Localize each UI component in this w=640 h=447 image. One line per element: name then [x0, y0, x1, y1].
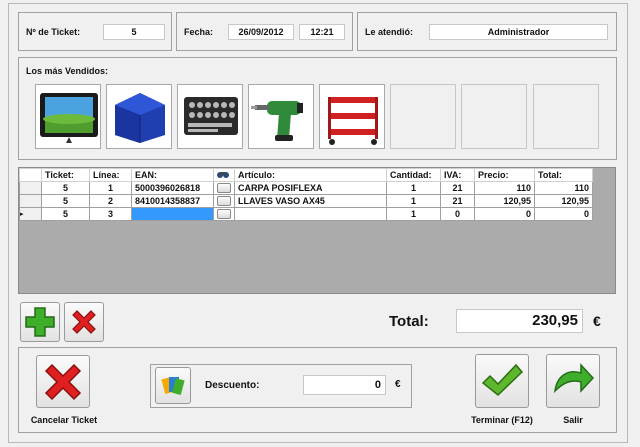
cell-articulo[interactable]: CARPA POSIFLEXA: [234, 181, 387, 195]
cell-iva[interactable]: 21: [440, 181, 475, 195]
search-article-button[interactable]: [217, 196, 231, 207]
cancel-x-icon: [44, 363, 82, 400]
cell-ean[interactable]: 8410014358837: [131, 194, 214, 208]
cell-articulo[interactable]: LLAVES VASO AX45: [234, 194, 387, 208]
col-header-precio[interactable]: Precio:: [474, 168, 535, 182]
total-field: 230,95: [456, 309, 583, 333]
cell-total[interactable]: 120,95: [534, 194, 593, 208]
col-header-ticket[interactable]: Ticket:: [41, 168, 90, 182]
ticket-label: Nº de Ticket:: [26, 27, 81, 37]
cancel-ticket-label: Cancelar Ticket: [30, 415, 98, 425]
col-header-iva[interactable]: IVA:: [440, 168, 475, 182]
cell-ean[interactable]: 5000396026818: [131, 181, 214, 195]
grid-header-row: Ticket: Línea: EAN: Artículo: Cantidad: …: [19, 168, 593, 182]
ticket-lines-grid[interactable]: Ticket: Línea: EAN: Artículo: Cantidad: …: [18, 167, 616, 294]
cell-ticket[interactable]: 5: [41, 194, 90, 208]
binoculars-icon: [217, 171, 229, 178]
blue-tent-product[interactable]: [106, 84, 172, 149]
search-article-button[interactable]: [217, 183, 231, 194]
photo-frame-icon: [40, 93, 98, 143]
row-header[interactable]: [19, 181, 42, 195]
discount-button[interactable]: [155, 367, 191, 404]
col-header-ean[interactable]: EAN:: [131, 168, 214, 182]
col-header-total[interactable]: Total:: [534, 168, 593, 182]
descuento-label: Descuento:: [205, 380, 260, 391]
terminar-button[interactable]: [475, 354, 529, 408]
salir-button[interactable]: [546, 354, 600, 408]
blue-tent-icon: [115, 93, 165, 143]
current-row-indicator[interactable]: ▸: [19, 207, 42, 221]
terminar-label: Terminar (F12): [471, 415, 533, 425]
add-line-button[interactable]: [20, 302, 60, 342]
empty-product-slot[interactable]: [533, 84, 599, 149]
table-row[interactable]: ▸ 5 3 1 0 0 0: [19, 207, 593, 221]
exit-arrow-icon: [553, 363, 595, 394]
salir-label: Salir: [563, 415, 583, 425]
cell-linea[interactable]: 2: [89, 194, 132, 208]
power-drill-product[interactable]: [248, 84, 314, 149]
discount-cards-icon: [161, 376, 185, 395]
delete-line-button[interactable]: [64, 302, 104, 342]
fecha-label: Fecha:: [184, 27, 214, 37]
empty-product-slot[interactable]: [461, 84, 527, 149]
cell-cantidad[interactable]: 1: [386, 181, 441, 195]
red-tool-cart-product[interactable]: [319, 84, 385, 149]
col-header-linea[interactable]: Línea:: [89, 168, 132, 182]
ticket-field[interactable]: 5: [103, 24, 165, 40]
cell-total[interactable]: 110: [534, 181, 593, 195]
socket-wrench-set-product[interactable]: [177, 84, 243, 149]
plus-icon: [25, 307, 55, 337]
atendio-field[interactable]: Administrador: [429, 24, 608, 40]
cell-cantidad[interactable]: 1: [386, 207, 441, 221]
cell-linea[interactable]: 1: [89, 181, 132, 195]
descuento-currency: €: [395, 379, 401, 390]
descuento-field[interactable]: 0: [303, 375, 386, 395]
search-article-button[interactable]: [217, 209, 231, 220]
cell-cantidad[interactable]: 1: [386, 194, 441, 208]
cancel-ticket-button[interactable]: [36, 355, 90, 408]
cell-iva[interactable]: 21: [440, 194, 475, 208]
table-row[interactable]: 5 1 5000396026818 CARPA POSIFLEXA 1 21 1…: [19, 181, 593, 195]
hora-field[interactable]: 12:21: [299, 24, 345, 40]
cell-iva[interactable]: 0: [440, 207, 475, 221]
col-header-cantidad[interactable]: Cantidad:: [386, 168, 441, 182]
cell-total[interactable]: 0: [534, 207, 593, 221]
cell-linea[interactable]: 3: [89, 207, 132, 221]
cell-precio[interactable]: 110: [474, 181, 535, 195]
vendidos-label: Los más Vendidos:: [26, 66, 109, 76]
delete-x-icon: [72, 310, 96, 334]
cell-ean-editing[interactable]: [131, 207, 214, 221]
cell-precio[interactable]: 0: [474, 207, 535, 221]
col-header-search[interactable]: [213, 168, 235, 182]
cell-search[interactable]: [213, 207, 235, 221]
cell-search[interactable]: [213, 181, 235, 195]
cell-precio[interactable]: 120,95: [474, 194, 535, 208]
checkmark-icon: [481, 363, 524, 396]
fecha-field[interactable]: 26/09/2012: [228, 24, 294, 40]
total-currency: €: [593, 313, 601, 329]
atendio-label: Le atendió:: [365, 27, 414, 37]
power-drill-icon: [251, 101, 303, 141]
tool-cart-icon: [328, 97, 378, 145]
socket-wrench-set-icon: [184, 97, 238, 135]
total-label: Total:: [389, 313, 429, 330]
table-row[interactable]: 5 2 8410014358837 LLAVES VASO AX45 1 21 …: [19, 194, 593, 208]
row-header-corner: [19, 168, 42, 182]
cell-search[interactable]: [213, 194, 235, 208]
cell-ticket[interactable]: 5: [41, 207, 90, 221]
row-header[interactable]: [19, 194, 42, 208]
photo-frame-product[interactable]: [35, 84, 101, 149]
empty-product-slot[interactable]: [390, 84, 456, 149]
cell-ticket[interactable]: 5: [41, 181, 90, 195]
cell-articulo[interactable]: [234, 207, 387, 221]
col-header-articulo[interactable]: Artículo:: [234, 168, 387, 182]
